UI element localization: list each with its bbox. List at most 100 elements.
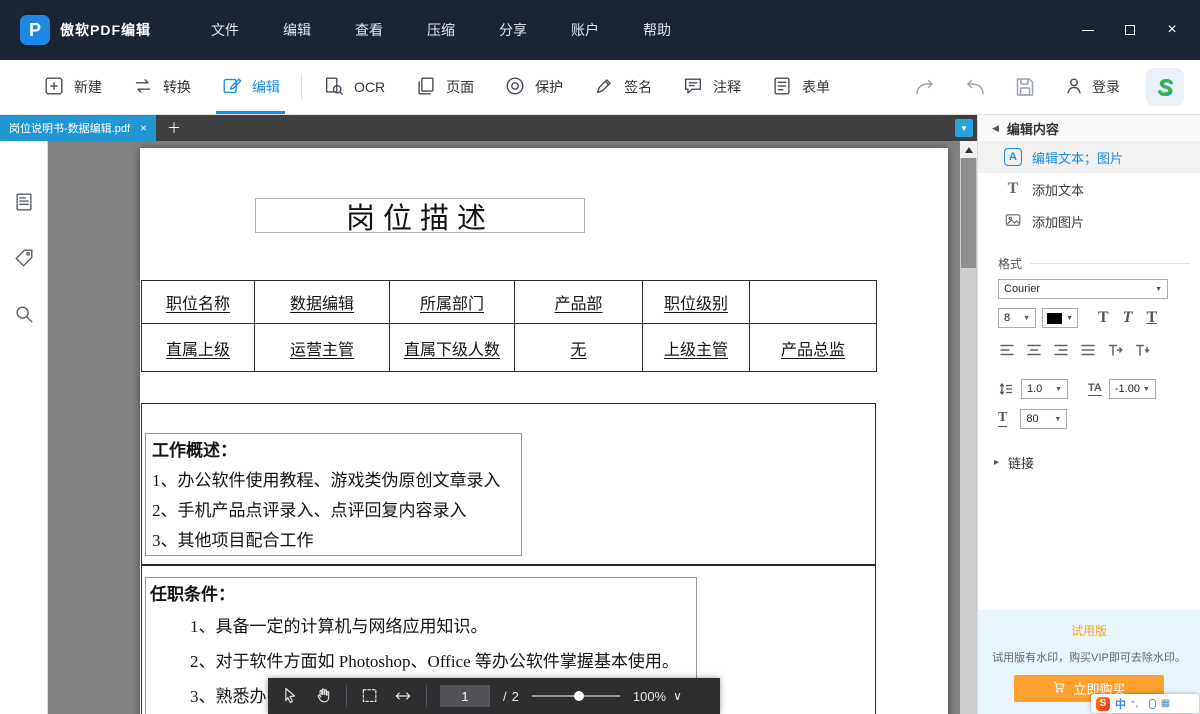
work-summary-item: 2、手机产品点评录入、点评回复内容录入 <box>152 496 521 526</box>
sign-button[interactable]: 签名 <box>578 60 667 114</box>
annotate-button[interactable]: 注释 <box>667 60 756 114</box>
char-scale-select[interactable]: 80 ▼ <box>1020 409 1067 429</box>
save-icon[interactable] <box>1013 75 1037 99</box>
position-table[interactable]: 职位名称 数据编辑 所属部门 产品部 职位级别 直属上级 运营主管 直属下级人数 <box>141 280 877 372</box>
fit-width-icon[interactable] <box>393 686 413 706</box>
line-spacing-select[interactable]: 1.0 ▼ <box>1021 379 1068 399</box>
thumbnails-panel-icon[interactable] <box>13 191 35 218</box>
redo-icon[interactable] <box>913 75 937 99</box>
menu-help[interactable]: 帮助 <box>639 14 675 46</box>
zoom-slider-knob[interactable] <box>574 691 584 701</box>
font-color-select[interactable]: ▼ <box>1042 308 1078 328</box>
menu-share[interactable]: 分享 <box>495 14 531 46</box>
table-cell[interactable]: 所属部门 <box>390 281 515 324</box>
right-panel: ◀ 编辑内容 A 编辑文本；图片 T 添加文本 添加图片 格式 Courier … <box>977 115 1200 714</box>
scroll-up-icon[interactable] <box>960 141 977 158</box>
main-area: 岗位描述 职位名称 数据编辑 所属部门 产品部 职位级别 <box>0 141 977 714</box>
protect-button[interactable]: 保护 <box>489 60 578 114</box>
vertical-text-icon[interactable] <box>1133 341 1151 359</box>
new-button[interactable]: 新建 <box>28 60 117 114</box>
table-cell[interactable]: 产品部 <box>515 281 643 324</box>
form-button[interactable]: 表单 <box>756 60 845 114</box>
toolbar-separator <box>426 685 427 707</box>
maximize-icon[interactable] <box>1118 18 1142 42</box>
ocr-button[interactable]: OCR <box>308 60 400 114</box>
app-title: 傲软PDF编辑 <box>60 20 151 40</box>
links-section-toggle[interactable]: ▸ 链接 <box>994 453 1200 472</box>
pages-button[interactable]: 页面 <box>400 60 489 114</box>
microphone-icon[interactable] <box>1149 699 1156 709</box>
align-center-icon[interactable] <box>1025 341 1043 359</box>
trial-title: 试用版 <box>978 622 1200 639</box>
select-cursor-icon[interactable] <box>280 686 300 706</box>
app-logo-icon: P <box>20 15 50 45</box>
bookmark-tag-icon[interactable] <box>13 247 35 274</box>
menu-compress[interactable]: 压缩 <box>423 14 459 46</box>
font-size-select[interactable]: 8 ▼ <box>998 308 1036 328</box>
italic-button[interactable]: T <box>1123 309 1133 327</box>
align-left-icon[interactable] <box>998 341 1016 359</box>
work-summary-text-frame[interactable]: 工作概述： 1、办公软件使用教程、游戏类伪原创文章录入 2、手机产品点评录入、点… <box>145 433 522 556</box>
sogou-logo-icon[interactable]: S <box>1096 697 1110 711</box>
table-cell[interactable]: 无 <box>515 324 643 372</box>
char-scale-icon: T <box>998 411 1007 427</box>
menu-account[interactable]: 账户 <box>567 14 603 46</box>
search-icon[interactable] <box>13 303 35 330</box>
menu-file[interactable]: 文件 <box>207 14 243 46</box>
table-cell[interactable]: 直属下级人数 <box>390 324 515 372</box>
titlebar: P 傲软PDF编辑 文件 编辑 查看 压缩 分享 账户 帮助 × <box>0 0 1200 60</box>
document-area[interactable]: 岗位描述 职位名称 数据编辑 所属部门 产品部 职位级别 <box>48 141 977 714</box>
login-button[interactable]: 登录 <box>1063 75 1120 100</box>
hand-pan-icon[interactable] <box>313 686 333 706</box>
back-arrow-icon[interactable]: ◀ <box>992 123 999 134</box>
close-icon[interactable]: × <box>1160 18 1184 42</box>
letter-a-icon: A <box>1004 148 1022 166</box>
font-family-select[interactable]: Courier ▼ <box>998 279 1168 299</box>
menu-view[interactable]: 查看 <box>351 14 387 46</box>
ime-toolbar: S 中 °， ▦ <box>1091 694 1199 713</box>
table-cell[interactable]: 运营主管 <box>255 324 390 372</box>
new-tab-button[interactable]: ＋ <box>167 118 181 138</box>
tab-list-dropdown-icon[interactable]: ▼ <box>955 119 973 137</box>
table-cell[interactable]: 职位级别 <box>643 281 750 324</box>
title-text-frame[interactable]: 岗位描述 <box>255 198 585 233</box>
table-cell[interactable]: 职位名称 <box>142 281 255 324</box>
table-cell[interactable] <box>750 281 877 324</box>
pdf-page[interactable]: 岗位描述 职位名称 数据编辑 所属部门 产品部 职位级别 <box>140 148 948 714</box>
bold-button[interactable]: T <box>1098 309 1109 327</box>
align-right-icon[interactable] <box>1052 341 1070 359</box>
marquee-select-icon[interactable] <box>360 686 380 706</box>
edit-text-image-tool[interactable]: A 编辑文本；图片 <box>978 141 1200 173</box>
minimize-icon[interactable] <box>1076 18 1100 42</box>
ime-punctuation-toggle[interactable]: °， <box>1131 697 1144 710</box>
table-cell[interactable]: 上级主管 <box>643 324 750 372</box>
undo-icon[interactable] <box>963 75 987 99</box>
char-spacing-select[interactable]: -1.00 ▼ <box>1109 379 1156 399</box>
ime-language-toggle[interactable]: 中 <box>1115 696 1126 712</box>
table-cell[interactable]: 直属上级 <box>142 324 255 372</box>
horizontal-text-icon[interactable] <box>1106 341 1124 359</box>
document-tab[interactable]: 岗位说明书-数据编辑.pdf × <box>0 115 156 141</box>
page-number-input[interactable]: 1 <box>440 685 490 707</box>
panel-title: 编辑内容 <box>1007 119 1059 138</box>
table-cell[interactable]: 产品总监 <box>750 324 877 372</box>
underline-button[interactable]: T <box>1146 309 1157 327</box>
vertical-scrollbar[interactable] <box>960 141 977 714</box>
new-file-icon <box>43 75 65 100</box>
apowersoft-logo-icon[interactable]: S <box>1146 68 1184 106</box>
add-image-tool[interactable]: 添加图片 <box>978 205 1200 237</box>
tab-close-icon[interactable]: × <box>140 121 147 135</box>
edit-button[interactable]: 编辑 <box>206 60 295 114</box>
convert-icon <box>132 75 154 100</box>
scrollbar-thumb[interactable] <box>961 158 976 268</box>
zoom-level-dropdown[interactable]: 100% ∨ <box>633 689 682 704</box>
convert-button[interactable]: 转换 <box>117 60 206 114</box>
zoom-slider[interactable] <box>532 695 620 697</box>
add-text-tool[interactable]: T 添加文本 <box>978 173 1200 205</box>
ime-menu-grid-icon[interactable]: ▦ <box>1161 698 1170 709</box>
user-icon <box>1063 75 1085 100</box>
toolbar-right-group: 登录 S <box>913 68 1200 106</box>
menu-edit[interactable]: 编辑 <box>279 14 315 46</box>
table-cell[interactable]: 数据编辑 <box>255 281 390 324</box>
align-justify-icon[interactable] <box>1079 341 1097 359</box>
